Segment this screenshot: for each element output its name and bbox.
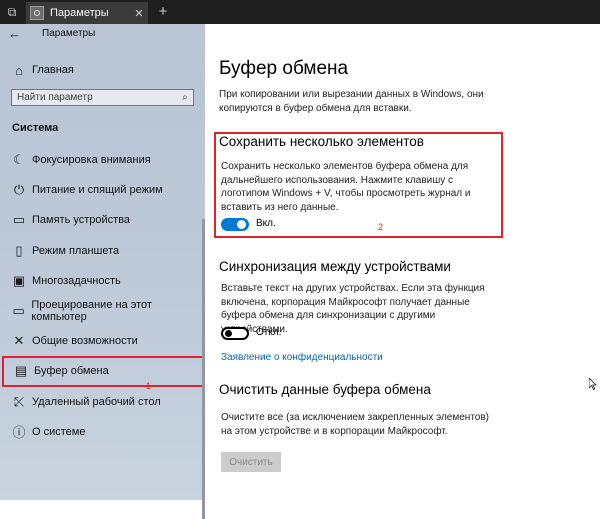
search-box[interactable]: Найти параметр ⌕ [11,89,194,106]
toggle-knob [225,330,232,337]
history-toggle-label: Вкл. [256,218,276,229]
sidebar-item-tablet-mode[interactable]: ▯ Режим планшета [0,236,205,266]
sync-heading: Синхронизация между устройствами [219,259,451,274]
info-icon: ⓘ [12,425,26,441]
sidebar-item-clipboard[interactable]: ▤ Буфер обмена [2,356,205,387]
close-tab-icon[interactable]: ✕ [130,7,148,20]
clear-description: Очистите все (за исключением закрепленны… [221,412,490,437]
sidebar-item-label: Главная [32,64,74,76]
sidebar-item-storage[interactable]: ▭ Память устройства [0,205,205,235]
sidebar-item-projecting[interactable]: ▭ Проецирование на этот компьютер [0,296,205,326]
remote-desktop-icon: ⤪ [13,393,25,409]
history-toggle[interactable] [221,218,249,231]
main-content: Буфер обмена При копировании или вырезан… [205,24,600,500]
annotation-number-1: 1 [146,381,152,391]
sidebar-item-label: О системе [32,425,86,438]
shared-experiences-icon: ✕ [13,333,25,349]
tab-settings[interactable]: Параметры ✕ [26,2,148,24]
sidebar: ← Параметры ⌂ Главная Найти параметр ⌕ С… [0,24,205,519]
sidebar-item-home[interactable]: ⌂ Главная [0,60,205,80]
sync-toggle-label: Откл. [256,327,282,338]
back-arrow-icon[interactable]: ← [8,26,21,41]
sidebar-item-multitasking[interactable]: ▣ Многозадачность [0,266,205,296]
task-view-icon[interactable]: ⧉ [0,0,24,24]
history-description: Сохранить несколько элементов буфера обм… [221,161,471,213]
history-heading: Сохранить несколько элементов [219,134,424,149]
sidebar-item-label: Удаленный рабочий стол [32,395,161,408]
app-title: Параметры [42,28,96,39]
sidebar-item-shared-experiences[interactable]: ✕ Общие возможности [0,326,205,356]
privacy-statement-link[interactable]: Заявление о конфиденциальности [221,352,383,363]
new-tab-button[interactable]: + [154,2,172,22]
clipboard-icon: ▤ [14,363,28,379]
projector-icon: ▭ [12,303,25,319]
home-icon: ⌂ [15,62,23,78]
storage-icon: ▭ [12,212,26,228]
clear-heading: Очистить данные буфера обмена [219,382,431,397]
multitasking-icon: ▣ [12,272,26,288]
sidebar-item-label: Память устройства [32,214,131,227]
sidebar-item-remote-desktop[interactable]: ⤪ Удаленный рабочий стол [0,387,205,417]
sidebar-item-label: Проецирование на этот компьютер [31,299,152,324]
page-intro: При копировании или вырезании данных в W… [219,89,484,114]
sidebar-list: ☾ Фокусировка внимания ⏻ Питание и спящи… [0,145,205,447]
title-bar: ⧉ Параметры ✕ + [0,0,600,24]
tablet-icon: ▯ [15,242,23,258]
moon-icon: ☾ [13,152,25,168]
sidebar-item-power-sleep[interactable]: ⏻ Питание и спящий режим [0,175,205,205]
search-input[interactable]: Найти параметр [17,92,177,103]
sidebar-item-label: Режим планшета [32,244,120,257]
settings-gear-icon [30,6,44,20]
mouse-cursor-icon [588,377,597,393]
sidebar-item-label: Фокусировка внимания [32,154,151,167]
toggle-knob [237,220,246,229]
sidebar-item-label: Общие возможности [32,335,138,348]
sidebar-item-label: Буфер обмена [34,365,109,378]
sidebar-item-about[interactable]: ⓘ О системе [0,417,205,447]
annotation-number-2: 2 [378,222,384,232]
power-icon: ⏻ [13,182,25,198]
clear-button[interactable]: Очистить [221,452,281,472]
sync-toggle[interactable] [221,327,249,340]
sidebar-item-label: Питание и спящий режим [32,184,163,197]
tab-title: Параметры [50,7,109,19]
search-icon[interactable]: ⌕ [177,92,193,103]
sidebar-item-focus-assist[interactable]: ☾ Фокусировка внимания [0,145,205,175]
section-title: Система [12,122,59,134]
sidebar-item-label: Многозадачность [32,274,121,287]
page-title: Буфер обмена [219,58,349,79]
